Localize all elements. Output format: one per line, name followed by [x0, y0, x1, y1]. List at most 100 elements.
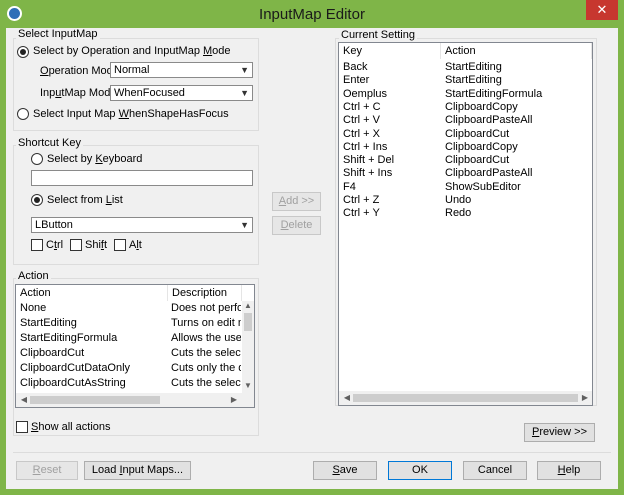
setting-action-cell[interactable]: StartEditing — [445, 61, 590, 74]
radio-select-by-keyboard-label[interactable]: Select by Keyboard — [47, 153, 142, 165]
setting-action-cell[interactable]: ClipboardCopy — [445, 101, 590, 114]
show-all-actions-label[interactable]: Show all actions — [31, 421, 111, 433]
setting-key-cell[interactable]: Ctrl + Z — [343, 194, 441, 207]
description-column-header[interactable]: Description — [168, 285, 242, 301]
scroll-left-icon[interactable]: ◀ — [18, 395, 30, 404]
radio-select-from-list[interactable] — [31, 194, 43, 206]
radio-select-from-list-label[interactable]: Select from List — [47, 194, 123, 206]
title-bar[interactable]: InputMap Editor ✕ — [0, 0, 624, 28]
inputmap-mode-value: WhenFocused — [114, 87, 185, 99]
action-list-hscroll-thumb[interactable] — [30, 396, 160, 404]
delete-button[interactable]: Delete — [272, 216, 321, 235]
action-description-cell[interactable]: Turns on edit moc — [171, 317, 241, 330]
scroll-left-icon[interactable]: ◀ — [341, 393, 353, 402]
setting-key-cell[interactable]: Ctrl + V — [343, 114, 441, 127]
chevron-down-icon: ▼ — [240, 88, 249, 98]
radio-select-by-operation-label[interactable]: Select by Operation and InputMap Mode — [33, 45, 231, 57]
setting-action-cell[interactable]: ShowSubEditor — [445, 181, 590, 194]
radio-select-by-keyboard[interactable] — [31, 153, 43, 165]
reset-button[interactable]: Reset — [16, 461, 78, 480]
current-setting-hscroll[interactable]: ◀ ▶ — [339, 391, 592, 405]
action-description-cell[interactable]: Does not perform — [171, 302, 241, 315]
current-setting-label: Current Setting — [339, 29, 417, 41]
action-list-item[interactable]: StartEditingFormula — [20, 332, 166, 345]
setting-key-cell[interactable]: Ctrl + Y — [343, 207, 441, 220]
action-description-cell[interactable]: Allows the user to — [171, 332, 241, 345]
ctrl-checkbox-label[interactable]: Ctrl — [46, 239, 63, 251]
select-inputmap-label: Select InputMap — [16, 28, 100, 40]
setting-key-cell[interactable]: Shift + Del — [343, 154, 441, 167]
action-column-header[interactable]: Action — [16, 285, 168, 301]
operation-mode-value: Normal — [114, 64, 150, 76]
add-button[interactable]: Add >> — [272, 192, 321, 211]
window-title: InputMap Editor — [259, 6, 365, 23]
window: InputMap Editor ✕ Select InputMap Select… — [0, 0, 624, 495]
radio-select-when-shape-has-focus-label[interactable]: Select Input Map WhenShapeHasFocus — [33, 108, 229, 120]
setting-key-cell[interactable]: Enter — [343, 74, 441, 87]
current-setting-hscroll-thumb[interactable] — [353, 394, 578, 402]
setting-action-cell[interactable]: ClipboardPasteAll — [445, 167, 590, 180]
setting-key-cell[interactable]: Ctrl + X — [343, 128, 441, 141]
action-list-item[interactable]: ClipboardCutDataOnly — [20, 362, 166, 375]
setting-action-cell[interactable]: ClipboardCut — [445, 154, 590, 167]
scroll-up-icon[interactable]: ▲ — [242, 301, 254, 310]
radio-select-when-shape-has-focus[interactable] — [17, 108, 29, 120]
setting-action-cell[interactable]: Undo — [445, 194, 590, 207]
help-button[interactable]: Help — [537, 461, 601, 480]
alt-checkbox[interactable] — [114, 239, 126, 251]
action-description-cell[interactable]: Cuts the selected — [171, 377, 241, 390]
operation-mode-combo[interactable]: Normal ▼ — [110, 62, 253, 78]
inputmap-mode-combo[interactable]: WhenFocused ▼ — [110, 85, 253, 101]
show-all-actions-checkbox[interactable] — [16, 421, 28, 433]
radio-select-by-operation[interactable] — [17, 46, 29, 58]
scroll-right-icon[interactable]: ▶ — [579, 393, 591, 402]
ok-button[interactable]: OK — [388, 461, 452, 480]
dialog-client: Select InputMap Select by Operation and … — [6, 28, 618, 489]
setting-key-cell[interactable]: Ctrl + Ins — [343, 141, 441, 154]
current-setting-list[interactable]: Key Action Back StartEditing Enter StartEdi… — [338, 42, 593, 406]
inputmap-mode-label: InputMap Mode — [40, 87, 117, 99]
action-list-item[interactable]: None — [20, 302, 166, 315]
setting-action-cell[interactable]: ClipboardCut — [445, 128, 590, 141]
load-input-maps-button[interactable]: Load Input Maps... — [84, 461, 191, 480]
setting-key-cell[interactable]: Oemplus — [343, 88, 441, 101]
action-label: Action — [16, 270, 51, 282]
action-list-vscroll-thumb[interactable] — [244, 313, 252, 331]
key-list-combo[interactable]: LButton ▼ — [31, 217, 253, 233]
action-list-item[interactable]: ClipboardCutAsString — [20, 377, 166, 390]
setting-action-cell[interactable]: ClipboardCopy — [445, 141, 590, 154]
setting-action-cell[interactable]: Redo — [445, 207, 590, 220]
setting-action-cell[interactable]: ClipboardPasteAll — [445, 114, 590, 127]
setting-key-cell[interactable]: Shift + Ins — [343, 167, 441, 180]
scroll-down-icon[interactable]: ▼ — [242, 381, 254, 390]
shortcut-key-label: Shortcut Key — [16, 137, 83, 149]
save-button[interactable]: Save — [313, 461, 377, 480]
chevron-down-icon: ▼ — [240, 65, 249, 75]
shift-checkbox[interactable] — [70, 239, 82, 251]
alt-checkbox-label[interactable]: Alt — [129, 239, 142, 251]
action-list-vscroll[interactable]: ▲ ▼ — [242, 301, 254, 393]
cancel-button[interactable]: Cancel — [463, 461, 527, 480]
ctrl-checkbox[interactable] — [31, 239, 43, 251]
action-setting-column-header[interactable]: Action — [441, 43, 592, 59]
action-list-item[interactable]: StartEditing — [20, 317, 166, 330]
shift-checkbox-label[interactable]: Shift — [85, 239, 107, 251]
action-list[interactable]: Action Description None Does not perform S… — [15, 284, 255, 408]
keyboard-input[interactable] — [31, 170, 253, 186]
setting-action-cell[interactable]: StartEditingFormula — [445, 88, 590, 101]
action-description-cell[interactable]: Cuts the selected — [171, 347, 241, 360]
action-list-hscroll[interactable]: ◀ ▶ — [16, 393, 254, 407]
footer-divider — [13, 452, 611, 453]
scroll-right-icon[interactable]: ▶ — [228, 395, 240, 404]
key-column-header[interactable]: Key — [339, 43, 441, 59]
preview-button[interactable]: Preview >> — [524, 423, 595, 442]
close-button[interactable]: ✕ — [586, 0, 618, 20]
key-list-value: LButton — [35, 219, 73, 231]
setting-key-cell[interactable]: F4 — [343, 181, 441, 194]
action-list-item[interactable]: ClipboardCut — [20, 347, 166, 360]
setting-key-cell[interactable]: Back — [343, 61, 441, 74]
setting-key-cell[interactable]: Ctrl + C — [343, 101, 441, 114]
setting-action-cell[interactable]: StartEditing — [445, 74, 590, 87]
action-description-cell[interactable]: Cuts only the data — [171, 362, 241, 375]
chevron-down-icon: ▼ — [240, 220, 249, 230]
